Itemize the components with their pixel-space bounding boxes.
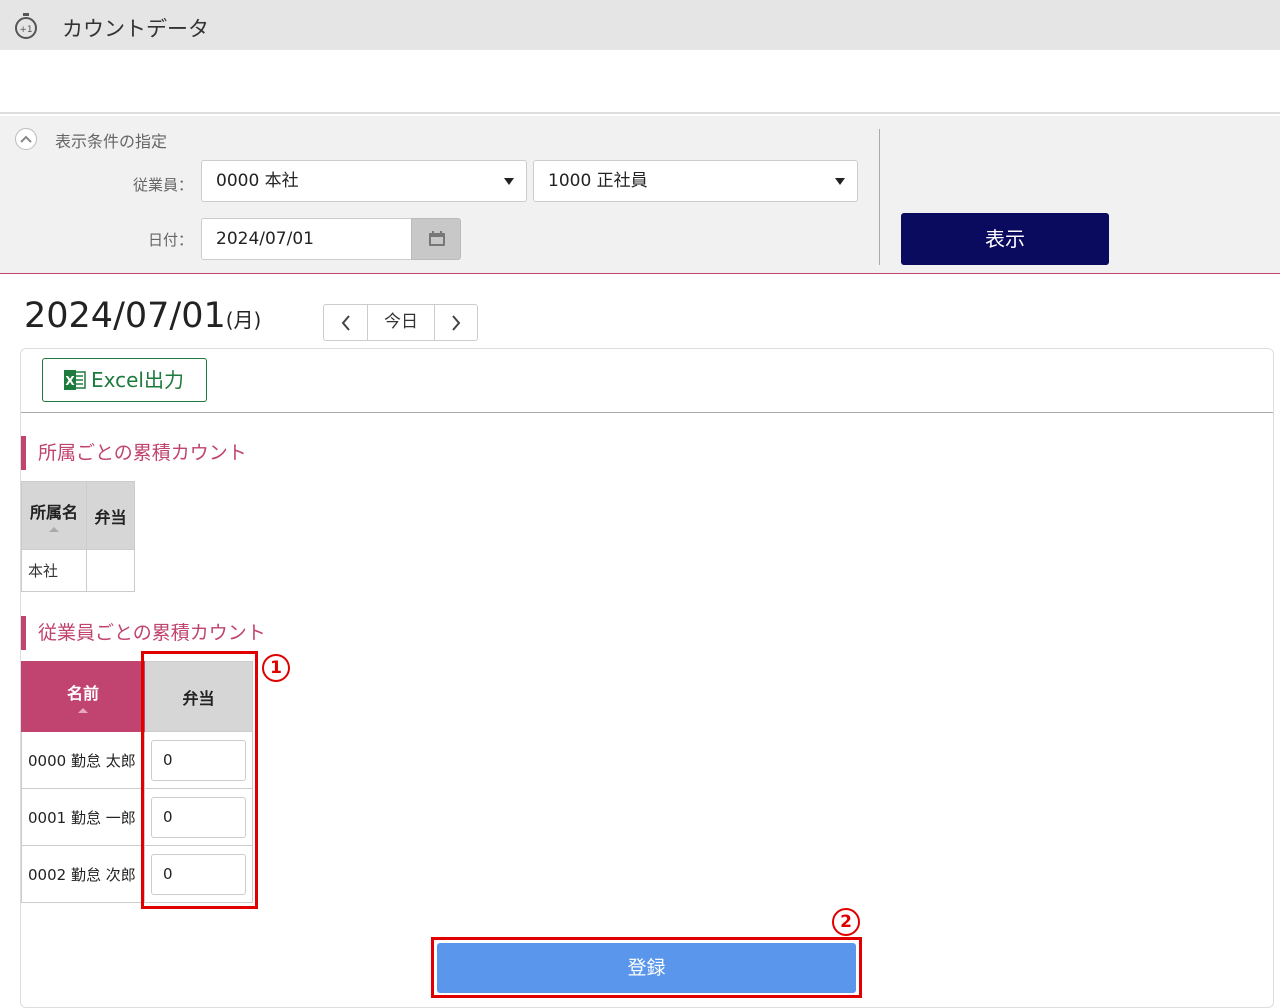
annotation-box-2	[431, 937, 862, 998]
affiliation-select-value: 0000 本社	[216, 171, 299, 191]
employment-type-select[interactable]: 1000 正社員	[533, 160, 858, 202]
filter-title: 表示条件の指定	[55, 132, 168, 151]
svg-text:+1: +1	[19, 25, 32, 35]
employee-name-cell: 0002 勤怠 次郎	[21, 845, 145, 903]
date-input[interactable]: 2024/07/01	[201, 218, 412, 260]
annotation-box-1	[141, 651, 258, 909]
stopwatch-plus-icon: +1	[14, 13, 38, 39]
calendar-button[interactable]	[411, 218, 461, 260]
column-header-name[interactable]: 名前	[21, 661, 145, 732]
title-bar: +1 カウントデータ	[0, 0, 1280, 50]
sort-asc-icon	[78, 708, 88, 713]
chevron-left-icon	[341, 315, 350, 331]
prev-day-button[interactable]	[324, 305, 368, 340]
column-header-affiliation[interactable]: 所属名	[21, 481, 87, 550]
excel-export-button[interactable]: X Excel出力	[42, 358, 207, 402]
page-title: カウントデータ	[62, 17, 209, 41]
employment-type-select-value: 1000 正社員	[548, 171, 648, 191]
divider	[879, 129, 880, 265]
date-label: 日付：	[148, 231, 194, 249]
excel-export-label: Excel出力	[91, 368, 184, 392]
caret-down-icon	[835, 178, 845, 185]
collapse-toggle-button[interactable]	[15, 128, 37, 150]
filter-panel: 表示条件の指定 従業員： 0000 本社 1000 正社員 日付： 2024/0…	[0, 116, 1280, 274]
date-navigation: 今日	[323, 304, 478, 341]
show-button[interactable]: 表示	[901, 213, 1109, 265]
tab-bar: 日別 月別	[0, 50, 1280, 752]
employee-label: 従業員：	[133, 176, 194, 194]
affiliation-name-cell: 本社	[21, 549, 87, 592]
column-header-label: 名前	[66, 684, 99, 703]
chevron-up-icon	[20, 135, 32, 143]
affiliation-section-title: 所属ごとの累積カウント	[21, 436, 247, 470]
chevron-right-icon	[452, 315, 461, 331]
column-header-bento: 弁当	[86, 481, 135, 550]
annotation-marker-2: 2	[832, 908, 860, 936]
affiliation-table: 所属名 弁当 本社	[21, 481, 135, 592]
current-date-heading: 2024/07/01(月)	[24, 296, 261, 336]
employee-section-title: 従業員ごとの累積カウント	[21, 616, 266, 650]
divider	[21, 412, 1273, 413]
annotation-marker-1: 1	[262, 654, 290, 682]
column-header-label: 所属名	[29, 503, 78, 522]
bento-count-cell	[86, 549, 135, 592]
calendar-icon	[429, 231, 445, 246]
employee-name-cell: 0001 勤怠 一郎	[21, 788, 145, 846]
table-row: 本社	[21, 549, 135, 592]
affiliation-select[interactable]: 0000 本社	[201, 160, 527, 202]
today-button[interactable]: 今日	[368, 305, 434, 340]
svg-text:X: X	[65, 374, 75, 388]
current-date: 2024/07/01	[24, 296, 226, 336]
excel-icon: X	[64, 370, 86, 390]
next-day-button[interactable]	[434, 305, 477, 340]
sort-asc-icon	[49, 527, 59, 532]
caret-down-icon	[504, 178, 514, 185]
employee-name-cell: 0000 勤怠 太郎	[21, 731, 145, 789]
weekday: (月)	[225, 308, 262, 332]
